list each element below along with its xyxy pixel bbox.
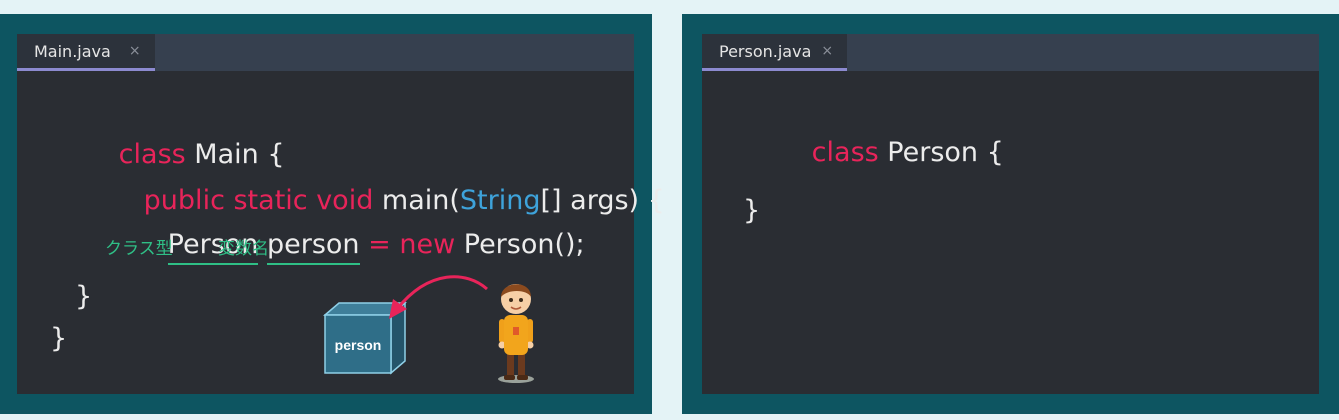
code-line-1: class Person { [743,105,1004,201]
code-text: Person(); [455,229,585,260]
tab-label: Person.java [719,41,812,61]
main-java-editor: Main.java × class Main { public static v… [17,34,665,394]
keyword-new: new [399,229,456,260]
close-icon[interactable]: × [821,43,833,59]
tab-person-java[interactable]: Person.java × [702,34,848,71]
tab-label: Main.java [34,41,111,61]
code-area[interactable]: class Main { public static void main(Str… [17,71,665,394]
left-panel: Main.java × class Main { public static v… [0,14,665,414]
close-icon[interactable]: × [129,43,141,59]
code-line-5: } [50,323,68,354]
tab-bar: Main.java × [17,34,634,71]
code-line-4: } [75,281,93,312]
tab-main-java[interactable]: Main.java × [17,34,155,71]
person-java-editor: Person.java × class Person { } [702,34,1319,394]
box-label: person [335,337,382,353]
variable-name-underlined: person [267,229,360,265]
keyword: class [811,137,879,168]
code-line-2: } [743,195,761,226]
annotation-class-type: クラス型 [105,239,173,259]
person-character-icon [498,284,534,383]
right-panel: Person.java × class Person { } [682,14,1339,414]
assign-operator: = [359,229,400,260]
code-area[interactable]: class Person { } [702,71,1319,394]
arrow-icon [389,275,489,319]
annotation-variable-name: 変数名 [218,239,269,259]
code-text: Person { [878,137,1004,168]
tab-bar: Person.java × [702,34,1319,71]
